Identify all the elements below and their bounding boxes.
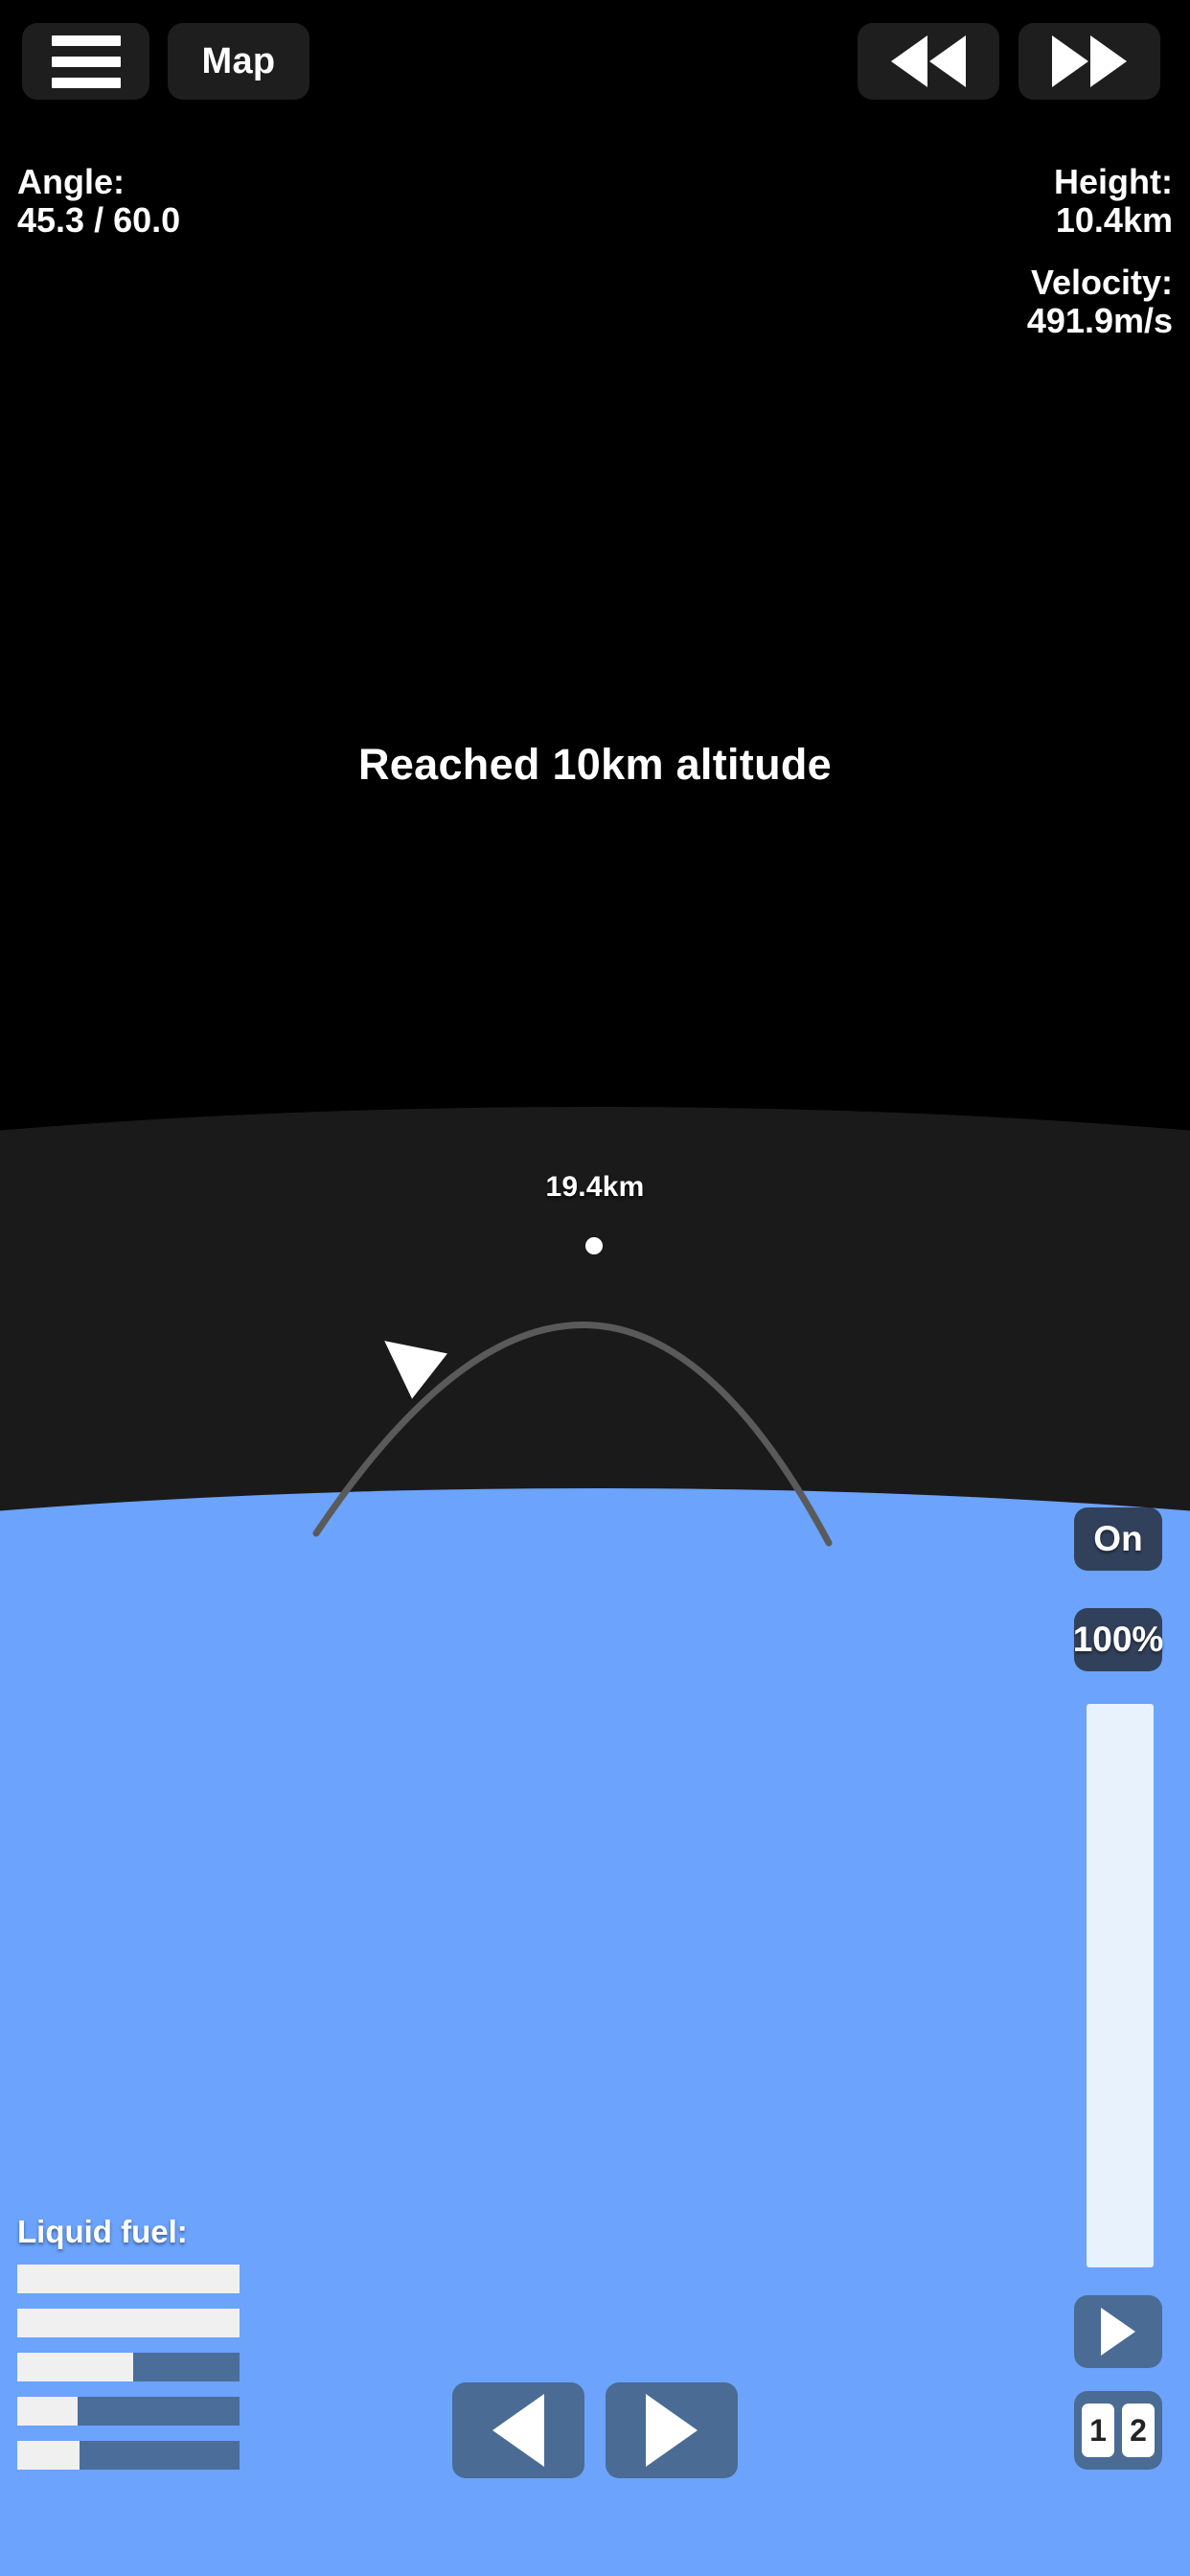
throttle-percent-button[interactable]: 100% [1072, 1608, 1164, 1671]
map-button-label: Map [201, 41, 276, 81]
menu-button[interactable] [22, 23, 149, 100]
engine-control-column: On 100% 12 [1018, 0, 1190, 2576]
rotate-left-triangle-icon [492, 2394, 544, 2467]
play-triangle-icon [1101, 2308, 1135, 2356]
telemetry-left: Angle: 45.3 / 60.0 [17, 162, 181, 241]
throttle-slider[interactable] [1087, 1704, 1154, 2267]
world-scene [0, 0, 1190, 2576]
engine-toggle-button[interactable]: On [1074, 1507, 1162, 1571]
rotation-controls [0, 2382, 1190, 2478]
angle-readout: Angle: 45.3 / 60.0 [17, 162, 181, 241]
fuel-bar-fill [17, 2265, 240, 2293]
throttle-percent-label: 100% [1072, 1620, 1164, 1659]
fuel-bar [17, 2353, 240, 2381]
game-screen: 19.4km Map Angle: 45.3 / 60.0 Height: 10… [0, 0, 1190, 2576]
rewind-double-left-icon [891, 35, 966, 87]
fuel-bar-fill [17, 2353, 133, 2381]
rotate-right-triangle-icon [646, 2394, 698, 2467]
engine-toggle-label: On [1093, 1519, 1143, 1558]
top-toolbar: Map [0, 0, 1190, 144]
activate-stage-button[interactable] [1074, 2295, 1162, 2368]
hamburger-menu-icon [51, 34, 121, 88]
throttle-slider-fill [1087, 1704, 1154, 2267]
fuel-bar [17, 2265, 240, 2293]
map-button[interactable]: Map [168, 23, 309, 100]
angle-label: Angle: [17, 162, 125, 201]
status-message: Reached 10km altitude [358, 740, 832, 789]
angle-value: 45.3 / 60.0 [17, 200, 181, 241]
timewarp-decrease-button[interactable] [858, 23, 999, 100]
fuel-bar-fill [17, 2309, 240, 2337]
rotate-right-button[interactable] [606, 2382, 738, 2478]
fuel-panel-title: Liquid fuel: [17, 2214, 188, 2249]
fuel-bar [17, 2309, 240, 2337]
rotate-left-button[interactable] [452, 2382, 584, 2478]
